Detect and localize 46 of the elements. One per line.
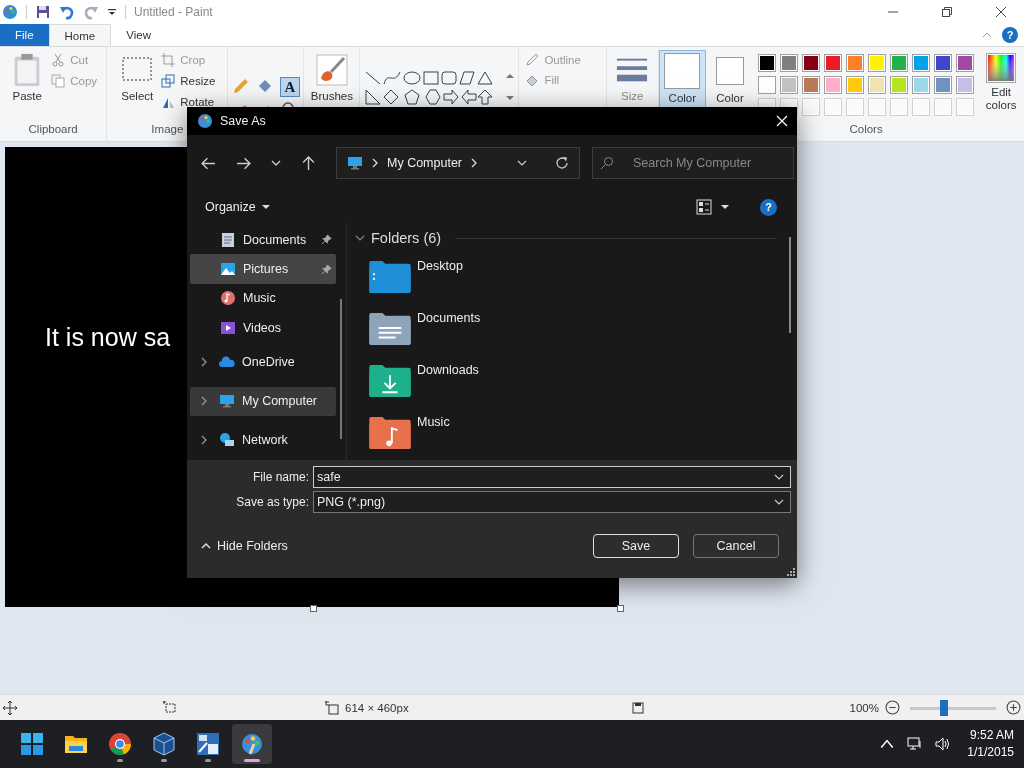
nav-pane-item[interactable]: Network bbox=[190, 420, 336, 460]
window-title: Untitled - Paint bbox=[134, 5, 213, 19]
folder-item[interactable]: Downloads bbox=[355, 357, 505, 409]
clock-time[interactable]: 9:52 AM bbox=[969, 727, 1014, 744]
ribbon-tab[interactable]: Home bbox=[48, 24, 112, 46]
nav-pane-item[interactable]: Documents bbox=[190, 225, 336, 255]
rotate-button[interactable]: Rotate bbox=[159, 92, 218, 112]
text-tool-button[interactable]: A bbox=[279, 76, 300, 97]
help-icon[interactable]: ? bbox=[760, 198, 777, 216]
group-label: Clipboard bbox=[28, 123, 78, 137]
hide-folders-button[interactable]: Hide Folders bbox=[199, 537, 290, 555]
address-bar[interactable]: My Computer bbox=[336, 147, 580, 179]
search-field[interactable]: Search My Computer bbox=[592, 147, 794, 179]
organize-button[interactable]: Organize bbox=[197, 196, 279, 218]
folder-item[interactable]: Music bbox=[355, 409, 505, 461]
file-name-field[interactable]: safe bbox=[313, 465, 791, 488]
field-label: Save as type: bbox=[235, 494, 310, 509]
dialog-button[interactable]: Cancel bbox=[693, 534, 779, 558]
clock-date[interactable]: 1/1/2015 bbox=[967, 744, 1014, 761]
save-as-type-dropdown[interactable]: PNG (*.png) bbox=[313, 490, 791, 513]
nav-pane-item[interactable]: My Computer bbox=[190, 386, 336, 416]
zoom-level: 100% bbox=[849, 701, 879, 714]
canvas-text: It is now sa bbox=[45, 323, 171, 352]
nav-pane-item[interactable]: Videos bbox=[190, 313, 336, 343]
nav-pane-item[interactable]: OneDrive bbox=[190, 342, 336, 382]
color-2-button[interactable]: Color bbox=[706, 50, 754, 122]
brushes-button[interactable]: Brushes bbox=[306, 50, 357, 122]
folder-item[interactable]: Documents bbox=[355, 305, 505, 357]
dialog-button[interactable]: Save bbox=[593, 534, 679, 558]
ribbon-tab[interactable]: File bbox=[0, 24, 49, 46]
field-label: File name: bbox=[251, 469, 310, 484]
section-header[interactable]: Folders (6) bbox=[371, 230, 442, 246]
resize-button[interactable]: Resize bbox=[159, 71, 218, 91]
select-button[interactable]: Select bbox=[117, 50, 158, 122]
help-icon[interactable]: ? bbox=[1002, 27, 1018, 43]
nav-pane-item[interactable]: Music bbox=[190, 283, 336, 314]
edit-colors-button[interactable]: Edit colors bbox=[978, 50, 1024, 130]
folder-item[interactable]: Desktop bbox=[355, 253, 505, 305]
group-label: Colors bbox=[849, 123, 883, 137]
address-text[interactable]: My Computer bbox=[387, 156, 463, 170]
group-label: Image bbox=[151, 123, 184, 137]
dialog-title: Save As bbox=[220, 114, 266, 128]
paste-button[interactable]: Paste bbox=[7, 50, 48, 122]
nav-pane-item[interactable]: Pictures bbox=[190, 254, 336, 284]
image-dimensions: 614 × 460px bbox=[345, 701, 410, 714]
ribbon-tab[interactable]: View bbox=[111, 24, 166, 46]
